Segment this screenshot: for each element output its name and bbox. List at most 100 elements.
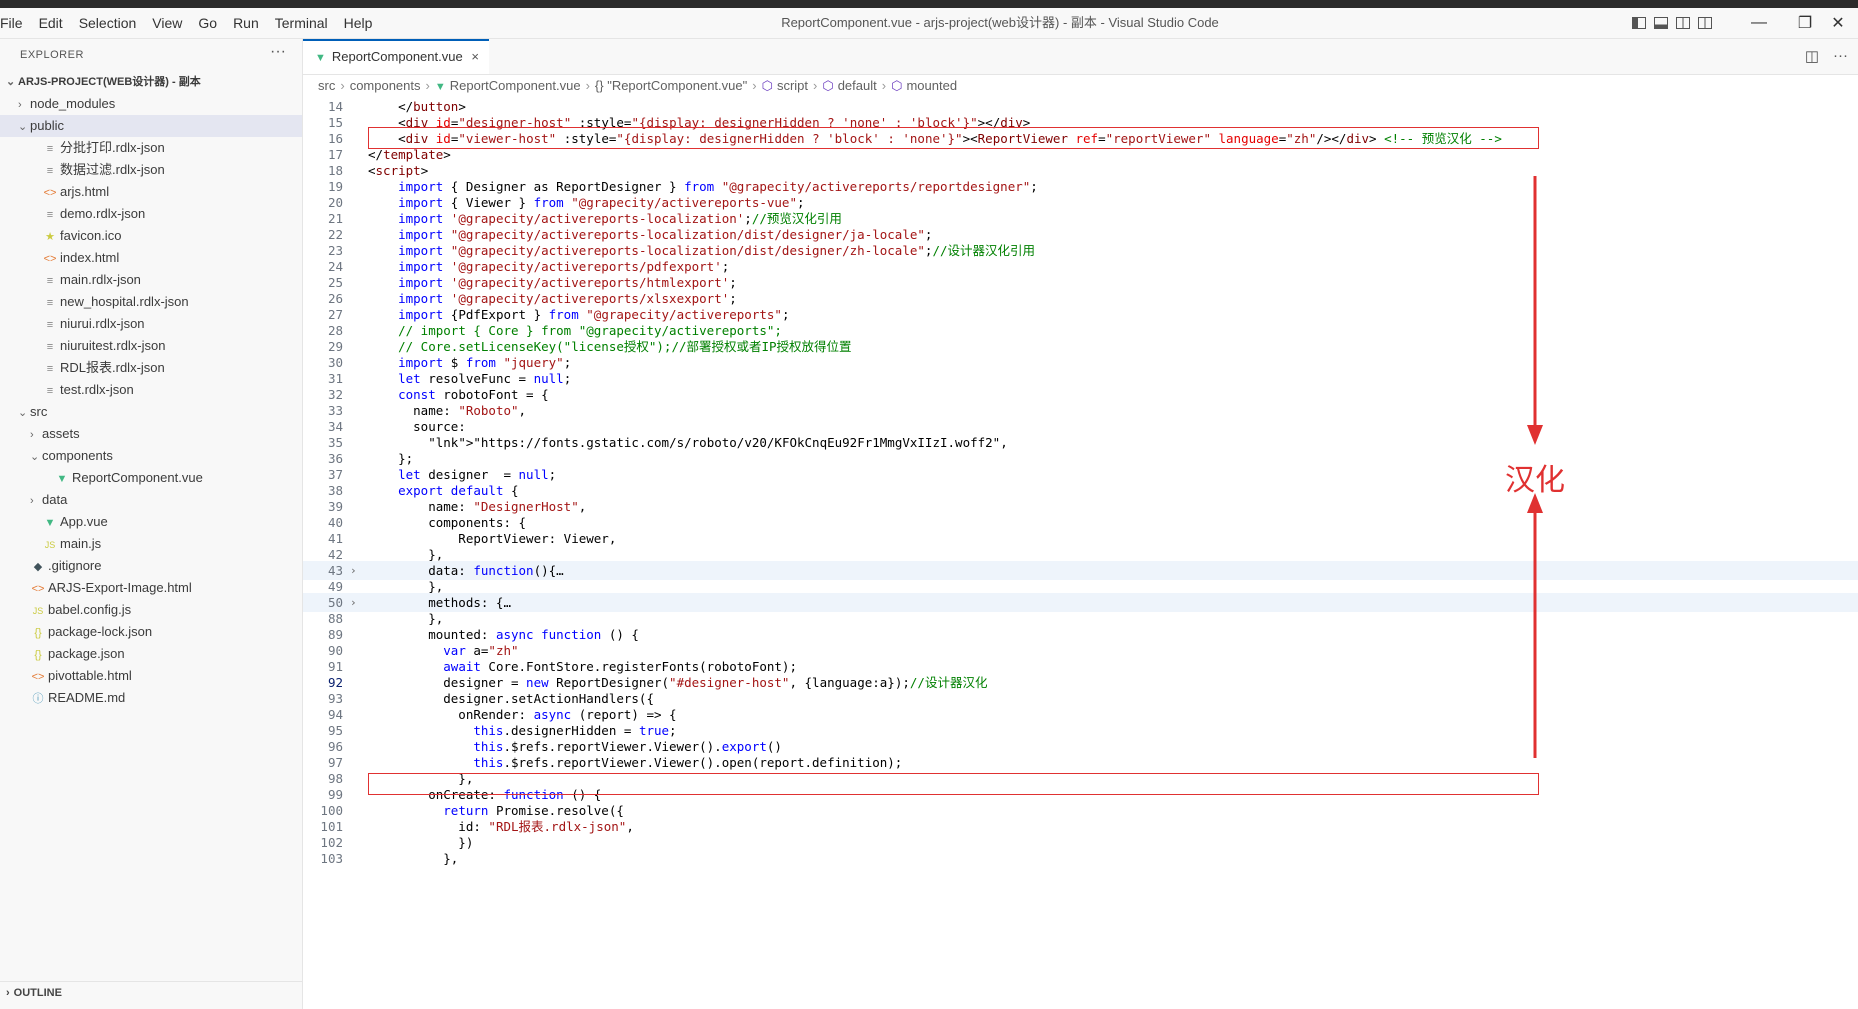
- tree-item-label: new_hospital.rdlx-json: [60, 294, 189, 309]
- breadcrumb-mounted[interactable]: mounted: [906, 78, 957, 93]
- file-type-icon: {}: [34, 627, 42, 639]
- tree-item[interactable]: ▼ App.vue: [0, 511, 302, 533]
- tree-item-label: demo.rdlx-json: [60, 206, 146, 221]
- file-type-icon: ≡: [46, 341, 54, 353]
- menu-run[interactable]: Run: [225, 15, 267, 31]
- tree-item-label: ARJS-Export-Image.html: [48, 580, 192, 595]
- tree-item[interactable]: ⌄ components: [0, 445, 302, 467]
- menu-file[interactable]: File: [0, 15, 31, 31]
- chevron-right-icon: ›: [30, 429, 34, 441]
- tree-item-label: package-lock.json: [48, 624, 153, 639]
- file-tree: ⌄ ARJS-PROJECT(WEB设计器) - 副本 › node_modules…: [0, 71, 302, 709]
- toggle-secondary-sidebar-icon[interactable]: [1676, 17, 1690, 29]
- menu-edit[interactable]: Edit: [31, 15, 71, 31]
- tree-item[interactable]: ≡ niurui.rdlx-json: [0, 313, 302, 335]
- outline-section[interactable]: › OUTLINE: [0, 981, 302, 1004]
- tree-item[interactable]: <> index.html: [0, 247, 302, 269]
- toggle-panel-icon[interactable]: [1654, 17, 1668, 29]
- tree-item-label: niuruitest.rdlx-json: [60, 338, 166, 353]
- tree-item[interactable]: ≡ new_hospital.rdlx-json: [0, 291, 302, 313]
- menu-selection[interactable]: Selection: [71, 15, 145, 31]
- tree-item-label: src: [30, 404, 48, 419]
- file-type-icon: <>: [31, 671, 45, 683]
- tree-item[interactable]: <> pivottable.html: [0, 665, 302, 687]
- tree-item[interactable]: {} package-lock.json: [0, 621, 302, 643]
- breadcrumb-script[interactable]: script: [777, 78, 808, 93]
- menu-go[interactable]: Go: [190, 15, 225, 31]
- window-top-edge: [0, 0, 1858, 8]
- tree-item[interactable]: ★ favicon.ico: [0, 225, 302, 247]
- project-root[interactable]: ⌄ ARJS-PROJECT(WEB设计器) - 副本: [0, 71, 302, 93]
- file-type-icon: ◆: [33, 561, 43, 573]
- tree-item-label: ReportComponent.vue: [72, 470, 203, 485]
- menu-help[interactable]: Help: [336, 15, 381, 31]
- tree-item-label: pivottable.html: [48, 668, 132, 683]
- highlight-box-viewer-line: [368, 127, 1539, 149]
- tree-item-label: .gitignore: [48, 558, 102, 573]
- file-type-icon: ≡: [46, 275, 54, 287]
- minimize-icon[interactable]: —: [1736, 8, 1782, 38]
- tree-item[interactable]: ≡ test.rdlx-json: [0, 379, 302, 401]
- vue-file-icon: ▼: [434, 81, 446, 93]
- tree-item[interactable]: ⌄ src: [0, 401, 302, 423]
- breadcrumb-src[interactable]: src: [318, 78, 335, 93]
- chevron-down-icon: ⌄: [18, 407, 28, 419]
- tree-item-label: babel.config.js: [48, 602, 132, 617]
- tree-item[interactable]: ⓘ README.md: [0, 687, 302, 709]
- file-type-icon: JS: [32, 606, 44, 616]
- split-editor-icon[interactable]: ◫: [1805, 47, 1819, 65]
- tree-item[interactable]: ⌄ public: [0, 115, 302, 137]
- tab-label: ReportComponent.vue: [331, 49, 463, 64]
- chevron-down-icon: ⌄: [6, 76, 16, 88]
- tree-item[interactable]: ≡ RDL报表.rdlx-json: [0, 357, 302, 379]
- tree-item[interactable]: JS main.js: [0, 533, 302, 555]
- tree-item[interactable]: ≡ niuruitest.rdlx-json: [0, 335, 302, 357]
- toggle-primary-sidebar-icon[interactable]: [1632, 17, 1646, 29]
- menu-view[interactable]: View: [144, 15, 190, 31]
- more-editor-actions-icon[interactable]: ···: [1833, 47, 1848, 65]
- tree-item[interactable]: ≡ main.rdlx-json: [0, 269, 302, 291]
- chevron-right-icon: ›: [30, 495, 34, 507]
- breadcrumb-components[interactable]: components: [350, 78, 421, 93]
- file-type-icon: ▼: [44, 517, 56, 529]
- breadcrumb-module[interactable]: {} "ReportComponent.vue": [595, 78, 747, 93]
- tree-item[interactable]: {} package.json: [0, 643, 302, 665]
- line-number: 103: [320, 851, 343, 866]
- tree-item-label: main.rdlx-json: [60, 272, 141, 287]
- tree-item[interactable]: › assets: [0, 423, 302, 445]
- tree-item-label: package.json: [48, 646, 125, 661]
- close-window-icon[interactable]: ✕: [1815, 8, 1858, 38]
- tree-item-label: main.js: [60, 536, 102, 551]
- file-type-icon: ≡: [46, 385, 54, 397]
- code-editor[interactable]: 14 </button> 15 <div id="designer-host" :…: [303, 97, 1858, 1009]
- chevron-right-icon: ›: [813, 78, 818, 93]
- tree-item-label: node_modules: [30, 96, 116, 111]
- tree-item[interactable]: <> arjs.html: [0, 181, 302, 203]
- editor-tabs: ▼ ReportComponent.vue × ◫ ···: [303, 39, 1858, 75]
- tab-report-component[interactable]: ▼ ReportComponent.vue ×: [303, 39, 489, 74]
- tree-item[interactable]: › data: [0, 489, 302, 511]
- close-tab-icon[interactable]: ×: [471, 41, 479, 73]
- tree-item[interactable]: › node_modules: [0, 93, 302, 115]
- tree-item[interactable]: JS babel.config.js: [0, 599, 302, 621]
- more-actions-icon[interactable]: ···: [270, 43, 286, 61]
- tree-item[interactable]: ◆ .gitignore: [0, 555, 302, 577]
- breadcrumb-default[interactable]: default: [838, 78, 877, 93]
- tree-item[interactable]: ≡ 数据过滤.rdlx-json: [0, 159, 302, 181]
- tree-item[interactable]: ≡ demo.rdlx-json: [0, 203, 302, 225]
- file-type-icon: ★: [45, 231, 55, 243]
- outline-label: OUTLINE: [13, 987, 62, 999]
- menu-bar: File Edit Selection View Go Run Terminal…: [0, 8, 380, 38]
- tree-item[interactable]: <> ARJS-Export-Image.html: [0, 577, 302, 599]
- tree-item-label: RDL报表.rdlx-json: [60, 360, 165, 375]
- customize-layout-icon[interactable]: [1698, 17, 1712, 29]
- tree-item[interactable]: ▼ ReportComponent.vue: [0, 467, 302, 489]
- editor-actions: ◫ ···: [1805, 47, 1848, 65]
- file-type-icon: ≡: [46, 319, 54, 331]
- tree-item-label: README.md: [48, 690, 126, 705]
- breadcrumb-file[interactable]: ReportComponent.vue: [450, 78, 581, 93]
- file-type-icon: ⓘ: [32, 693, 44, 705]
- menu-terminal[interactable]: Terminal: [267, 15, 336, 31]
- tree-item[interactable]: ≡ 分批打印.rdlx-json: [0, 137, 302, 159]
- code-line[interactable]: 103 },: [303, 849, 1858, 868]
